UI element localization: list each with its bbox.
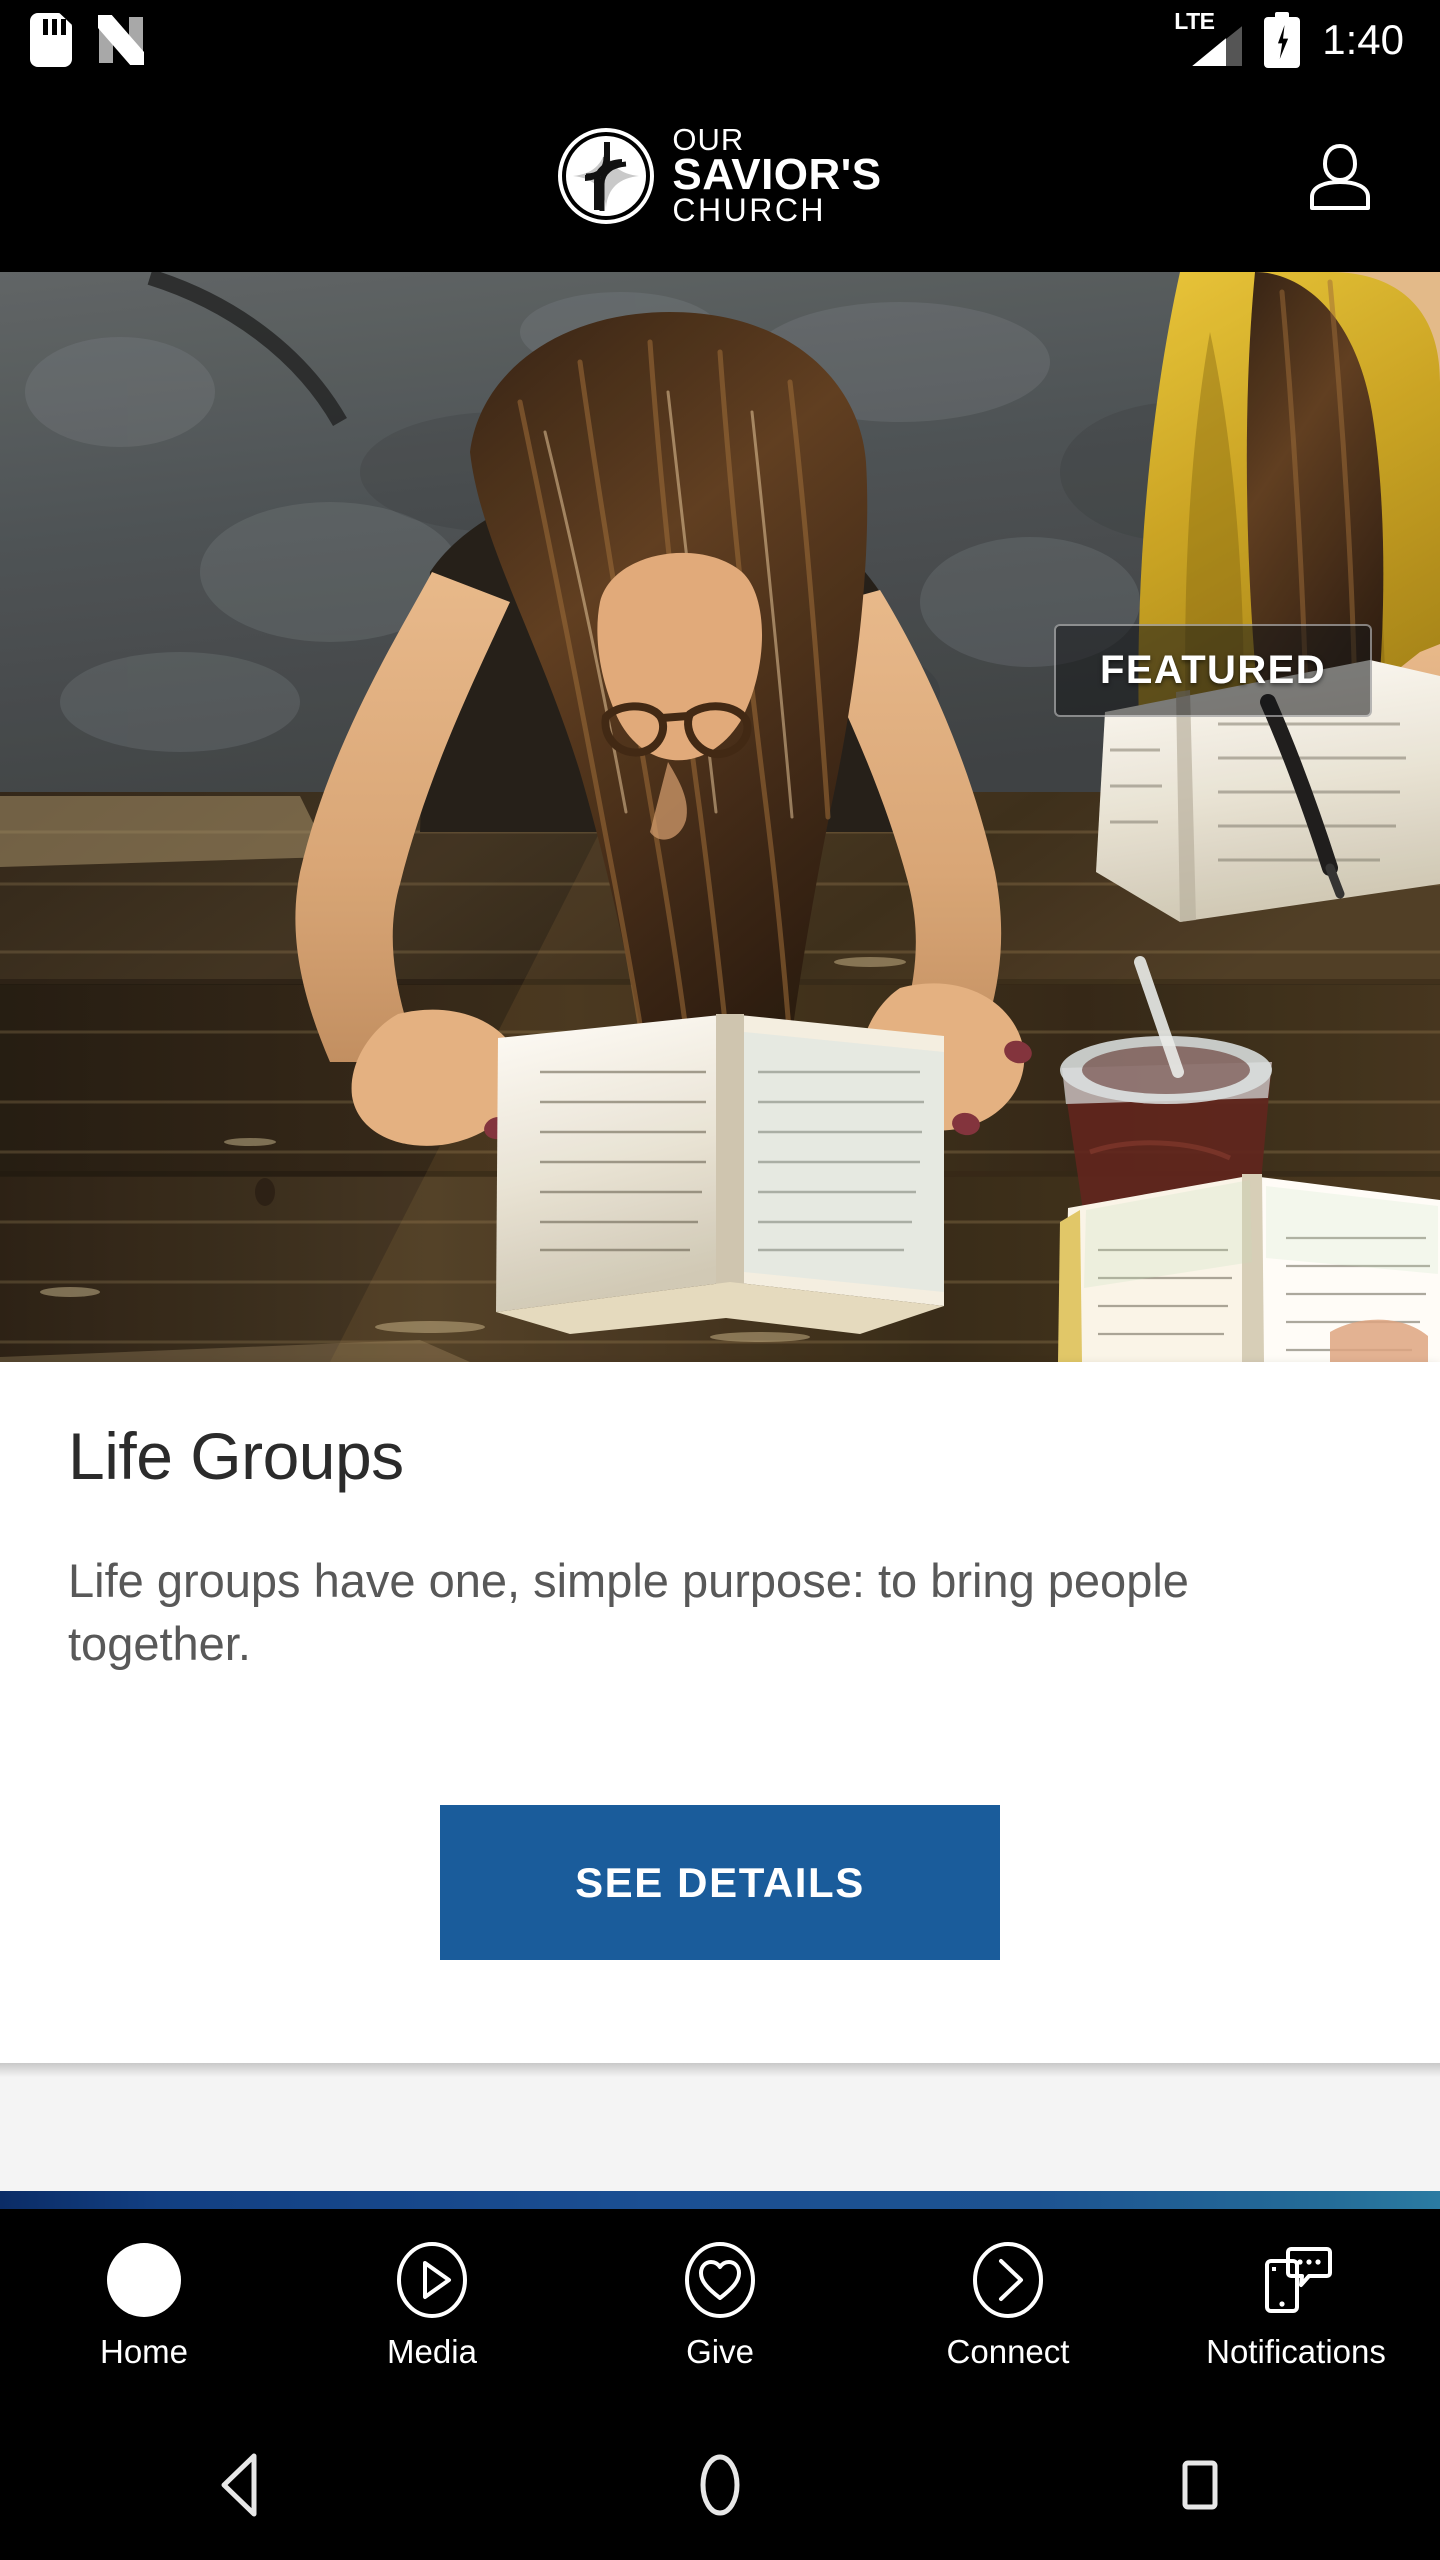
featured-badge: FEATURED <box>1053 624 1372 717</box>
play-circle-icon <box>393 2241 471 2319</box>
chevron-right-circle-icon <box>969 2241 1047 2319</box>
hero-image[interactable]: FEATURED <box>0 272 1440 1362</box>
app-logo-text: OUR SAVIOR'S CHURCH <box>672 124 882 228</box>
card-description: Life groups have one, simple purpose: to… <box>68 1554 1189 1670</box>
page-title: Life Groups <box>68 1419 404 1493</box>
tab-media-label: Media <box>387 2333 477 2370</box>
status-bar-clock: 1:40 <box>1322 16 1404 63</box>
profile-button[interactable] <box>1302 138 1378 214</box>
status-bar-right-icons: LTE 1:40 <box>1174 8 1404 68</box>
filled-circle-icon <box>105 2241 183 2319</box>
tab-media[interactable]: Media <box>288 2209 576 2371</box>
tab-connect-label: Connect <box>946 2333 1070 2370</box>
tabbar-accent-strip <box>0 2191 1440 2209</box>
tab-notifications-label: Notifications <box>1206 2333 1386 2370</box>
tab-give-label: Give <box>686 2333 754 2370</box>
back-triangle-icon[interactable] <box>165 2410 315 2560</box>
phone-screen: LTE 1:40 OUR SAVIOR'S CHURCH FEATURED Li… <box>0 0 1440 2560</box>
tab-notifications[interactable]: Notifications <box>1152 2209 1440 2371</box>
logo-line-2: SAVIOR'S <box>672 150 882 200</box>
see-details-button[interactable]: SEE DETAILS <box>440 1805 1000 1960</box>
android-nougat-icon <box>98 13 144 67</box>
recents-square-icon[interactable] <box>1125 2410 1275 2560</box>
tab-home[interactable]: Home <box>0 2209 288 2371</box>
sd-card-icon <box>30 13 72 67</box>
status-bar: LTE 1:40 <box>0 0 1440 80</box>
app-logo[interactable]: OUR SAVIOR'S CHURCH <box>558 124 882 228</box>
tab-give[interactable]: Give <box>576 2209 864 2371</box>
android-system-nav <box>0 2410 1440 2560</box>
logo-line-3: CHURCH <box>672 191 827 228</box>
tab-connect[interactable]: Connect <box>864 2209 1152 2371</box>
app-header: OUR SAVIOR'S CHURCH <box>0 80 1440 272</box>
person-icon <box>1310 143 1370 210</box>
phone-message-icon <box>1257 2241 1335 2319</box>
status-bar-left-icons <box>30 13 144 67</box>
hero-photo <box>0 272 1440 1362</box>
bottom-tab-bar: Home Media Give Connect Notifications <box>0 2209 1440 2410</box>
content-scroll-filler <box>0 2063 1440 2191</box>
home-circle-icon[interactable] <box>645 2410 795 2560</box>
tab-home-label: Home <box>99 2333 189 2370</box>
church-cross-emblem-icon <box>558 127 655 224</box>
battery-charging-icon <box>1264 12 1301 68</box>
heart-circle-icon <box>681 2241 759 2319</box>
lte-label: LTE <box>1174 8 1215 34</box>
lte-signal-icon: LTE <box>1174 8 1243 68</box>
